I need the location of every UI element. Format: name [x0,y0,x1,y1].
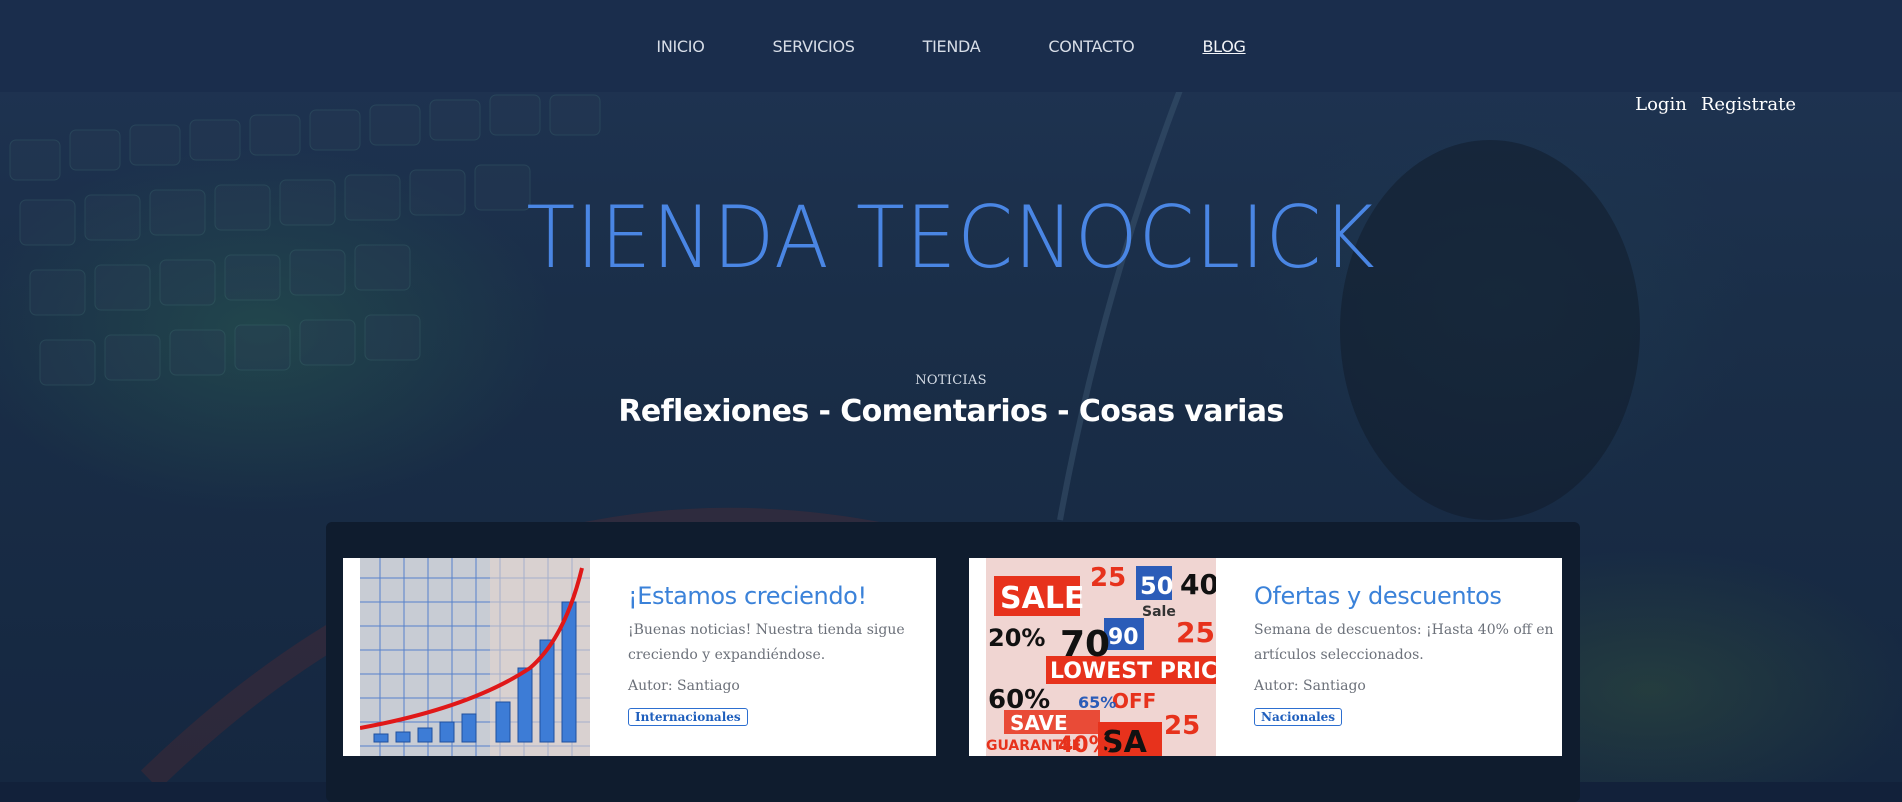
sale-word-3: 25 [1090,563,1126,593]
section-tag: NOTICIAS [915,373,987,388]
post-author: Autor: Santiago [628,678,740,694]
growth-chart-image[interactable] [360,558,590,756]
nav-link-tienda[interactable]: TIENDA [889,37,1015,56]
nav-link-blog[interactable]: BLOG [1168,37,1279,56]
post-body: ¡Estamos creciendo! ¡Buenas noticias! Nu… [590,558,928,756]
sale-word-14: 40% [1058,733,1111,756]
nav-menu: INICIO SERVICIOS TIENDA CONTACTO BLOG [622,37,1279,56]
nav-link-contacto[interactable]: CONTACTO [1014,37,1168,56]
post-body: Ofertas y descuentos Semana de descuento… [1216,558,1554,756]
register-link[interactable]: Registrate [1701,94,1796,115]
nav-link-inicio[interactable]: INICIO [622,37,738,56]
sale-word-5: 90 [1108,625,1139,650]
sale-word-11: 65% [1078,693,1116,712]
login-link[interactable]: Login [1635,94,1687,115]
post-category-badge[interactable]: Internacionales [628,708,748,726]
sale-word-15: 25 [1176,616,1215,649]
sale-word-1: 50 [1140,572,1173,600]
post-title[interactable]: Ofertas y descuentos [1254,582,1554,610]
sale-word-17: Sale [1142,604,1176,620]
post-category-badge[interactable]: Nacionales [1254,708,1343,726]
auth-links: Login Registrate [1635,94,1796,115]
sale-word-0: SALE [1000,581,1084,616]
site-title: TIENDA TECNOCLICK [526,188,1376,288]
post-author: Autor: Santiago [1254,678,1366,694]
post-excerpt: Semana de descuentos: ¡Hasta 40% off en … [1254,622,1554,663]
sale-word-7: 70 [1060,624,1110,665]
sale-word-2: 40 [1180,568,1216,601]
sale-word-10: SAVE [1010,711,1068,735]
post-card[interactable]: ¡Estamos creciendo! ¡Buenas noticias! Nu… [343,558,936,756]
nav-link-servicios[interactable]: SERVICIOS [739,37,889,56]
sale-word-16: 25 [1164,711,1200,741]
top-navbar: INICIO SERVICIOS TIENDA CONTACTO BLOG [0,0,1902,92]
post-title[interactable]: ¡Estamos creciendo! [628,582,928,610]
post-excerpt: ¡Buenas noticias! Nuestra tienda sigue c… [628,622,905,663]
sale-word-8: OFF [1112,689,1156,713]
sale-collage-image[interactable]: SALE 50 40 25 20% 90 LOWEST PRIC 70 OFF … [986,558,1216,756]
post-card[interactable]: SALE 50 40 25 20% 90 LOWEST PRIC 70 OFF … [969,558,1562,756]
section-heading: Reflexiones - Comentarios - Cosas varias [618,394,1284,429]
posts-panel: ¡Estamos creciendo! ¡Buenas noticias! Nu… [326,522,1580,802]
sale-word-4: 20% [988,624,1045,652]
